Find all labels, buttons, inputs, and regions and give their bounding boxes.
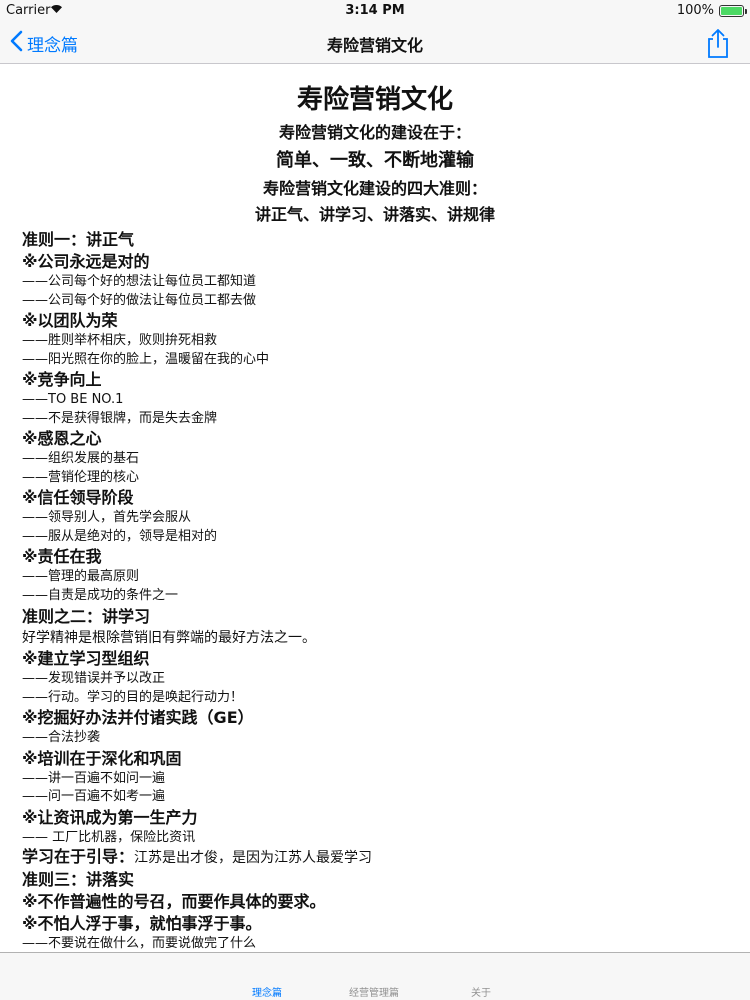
principle-line: ——不要说在做什么，而要说做完了什么	[22, 936, 257, 951]
intro-line: 简单、一致、不断地灌输	[276, 150, 474, 171]
article-intro: 寿险营销文化的建设在于： 简单、一致、不断地灌输 寿险营销文化建设的四大准则： 讲正气…	[22, 120, 728, 228]
principle-line: ——胜则举杯相庆，败则拚死相救	[22, 333, 218, 348]
principle-line: ——讲一百遍不如问一遍	[22, 770, 166, 786]
intro-line: 寿险营销文化建设的四大准则：	[262, 179, 487, 198]
principle-heading: ※建立学习型组织	[22, 649, 150, 668]
navigation-bar: 理念篇 寿险营销文化	[0, 22, 750, 64]
principle-line: ——发现错误并予以改正	[22, 671, 166, 686]
principle-line: ——不是获得银牌，而是失去金牌	[22, 410, 218, 426]
intro-line: 讲正气、讲学习、讲落实、讲规律	[254, 205, 495, 224]
principle-line: ——服从是绝对的，领导是相对的	[22, 528, 218, 544]
principle-line: ——阳光照在你的脸上，温暖留在我的心中	[22, 351, 270, 367]
principle-heading: ※以团队为荣	[22, 311, 118, 330]
section-heading: 准则一：讲正气	[22, 230, 135, 249]
principle-line: ——合法抄袭	[22, 730, 101, 745]
battery-nub	[745, 9, 747, 14]
tab-bar: 理念篇 经营管理篇 关于	[0, 952, 750, 1000]
section-heading: 准则之二：讲学习	[22, 607, 151, 626]
battery-percent: 100%	[676, 3, 714, 18]
principle-line: ——组织发展的基石	[22, 451, 140, 466]
tab-about[interactable]: 关于	[421, 984, 541, 999]
article-content[interactable]: 寿险营销文化 寿险营销文化的建设在于： 简单、一致、不断地灌输 寿险营销文化建设的四…	[0, 65, 750, 952]
principle-heading: ※让资讯成为第一生产力	[22, 807, 198, 827]
principle-heading: ※挖掘好办法并付诸实践（GE）	[22, 708, 254, 727]
tab-philosophy[interactable]: 理念篇	[207, 984, 327, 999]
principle-heading: ※不怕人浮于事，就怕事浮于事。	[22, 914, 262, 933]
principle-heading: ※感恩之心	[22, 429, 102, 448]
page-title: 寿险营销文化	[326, 36, 423, 55]
principle-line: ——行动。学习的目的是唤起行动力！	[22, 689, 244, 705]
principle-line: ——公司每个好的想法让每位员工都知道	[22, 274, 257, 289]
article-body: 准则一：讲正气 ※公司永远是对的 ——公司每个好的想法让每位员工都知道 ——公司每个好…	[22, 228, 728, 952]
paragraph: 学习在于引导：江苏是出才俊，是因为江苏人最爱学习	[22, 847, 728, 868]
principle-heading: ※公司永远是对的	[22, 252, 150, 271]
share-icon[interactable]	[704, 27, 732, 59]
tab-management[interactable]: 经营管理篇	[314, 984, 434, 999]
status-time: 3:14 PM	[345, 3, 405, 18]
principle-line: ——TO BE NO.1	[22, 392, 124, 407]
principle-line: ——问一百遍不如考一遍	[22, 789, 166, 804]
principle-line: ——营销伦理的核心	[22, 469, 140, 485]
principle-heading: ※培训在于深化和巩固	[22, 748, 182, 768]
principle-heading: ※信任领导阶段	[22, 488, 134, 507]
paragraph-lead: 学习在于引导：	[22, 847, 135, 866]
paragraph: 好学精神是根除营销旧有弊端的最好方法之一。	[22, 630, 316, 646]
principle-heading: ※不作普遍性的号召，而要作具体的要求。	[22, 892, 326, 911]
principle-line: ——自责是成功的条件之一	[22, 587, 179, 603]
principle-heading: ※责任在我	[22, 547, 102, 566]
principle-line: —— 工厂比机器，保险比资讯	[22, 829, 196, 845]
principle-line: ——公司每个好的做法让每位员工都去做	[22, 292, 257, 308]
article-title: 寿险营销文化	[296, 85, 453, 115]
battery-icon	[719, 5, 747, 17]
section-heading: 准则三：讲落实	[22, 870, 135, 889]
paragraph-text: 江苏是出才俊，是因为江苏人最爱学习	[134, 850, 373, 866]
status-bar: Carrier 3:14 PM 100%	[0, 0, 750, 22]
principle-heading: ※竞争向上	[22, 370, 102, 389]
principle-line: ——领导别人，首先学会服从	[22, 510, 192, 525]
principle-line: ——管理的最高原则	[22, 569, 140, 584]
battery-fill	[721, 7, 742, 15]
intro-line: 寿险营销文化的建设在于：	[278, 123, 471, 142]
